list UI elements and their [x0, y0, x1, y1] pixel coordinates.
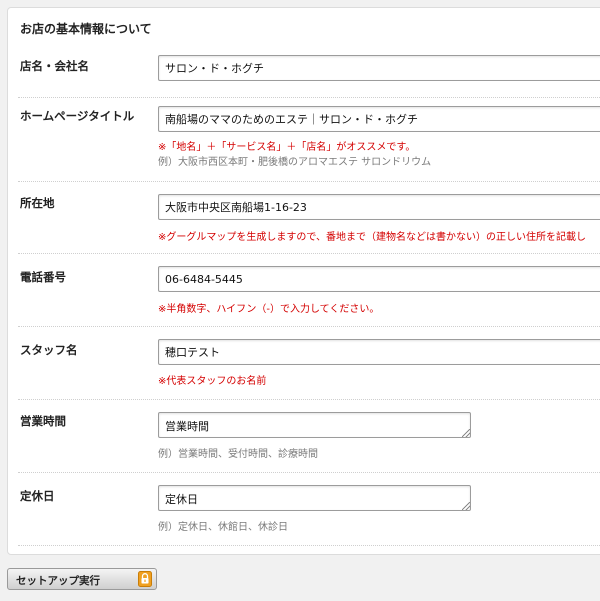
holidays-textarea[interactable]: 定休日: [158, 485, 471, 511]
phone-label: 電話番号: [20, 270, 66, 284]
holidays-example: 例）定休日、休館日、休診日: [158, 522, 288, 533]
staff-name-input[interactable]: [158, 339, 600, 365]
shop-name-input[interactable]: [158, 55, 600, 81]
business-hours-textarea[interactable]: 営業時間: [158, 412, 471, 438]
homepage-title-label: ホームページタイトル: [20, 109, 135, 123]
shop-name-label: 店名・会社名: [20, 59, 89, 73]
homepage-title-row: ホームページタイトル ※「地名」＋「サービス名」＋「店名」がオススメです。 例）…: [18, 97, 600, 182]
panel-title: お店の基本情報について: [20, 22, 152, 36]
address-label: 所在地: [20, 196, 55, 210]
business-hours-example: 例）営業時間、受付時間、診療時間: [158, 449, 318, 460]
address-input[interactable]: [158, 194, 600, 220]
holidays-row: 定休日 定休日 例）定休日、休館日、休診日: [18, 472, 600, 546]
basic-info-panel: お店の基本情報について 店名・会社名 ホームページタイトル ※「地名」＋「サービ…: [7, 7, 600, 555]
homepage-title-example: 例）大阪市西区本町・肥後橋のアロマエステ サロンドリウム: [158, 157, 432, 168]
setup-button[interactable]: セットアップ実行: [7, 568, 157, 590]
business-hours-row: 営業時間 営業時間 例）営業時間、受付時間、診療時間: [18, 399, 600, 473]
shop-name-row: 店名・会社名: [18, 49, 600, 98]
holidays-resize-handle[interactable]: [462, 502, 470, 510]
homepage-title-input[interactable]: [158, 106, 600, 132]
staff-name-row: スタッフ名 ※代表スタッフのお名前: [18, 326, 600, 400]
business-hours-resize-handle[interactable]: [462, 429, 470, 437]
staff-name-note: ※代表スタッフのお名前: [158, 376, 267, 387]
phone-input[interactable]: [158, 266, 600, 292]
phone-note: ※半角数字、ハイフン（-）で入力してください。: [158, 304, 380, 315]
staff-name-label: スタッフ名: [20, 343, 78, 357]
lock-icon: [138, 571, 152, 587]
holidays-label: 定休日: [20, 489, 55, 503]
setup-button-label: セットアップ実行: [16, 575, 100, 587]
homepage-title-note: ※「地名」＋「サービス名」＋「店名」がオススメです。: [158, 142, 416, 153]
business-hours-label: 営業時間: [20, 414, 66, 428]
address-note: ※グーグルマップを生成しますので、番地まで（建物名などは書かない）の正しい住所を…: [158, 232, 586, 243]
address-row: 所在地 ※グーグルマップを生成しますので、番地まで（建物名などは書かない）の正し…: [18, 181, 600, 254]
phone-row: 電話番号 ※半角数字、ハイフン（-）で入力してください。: [18, 253, 600, 327]
